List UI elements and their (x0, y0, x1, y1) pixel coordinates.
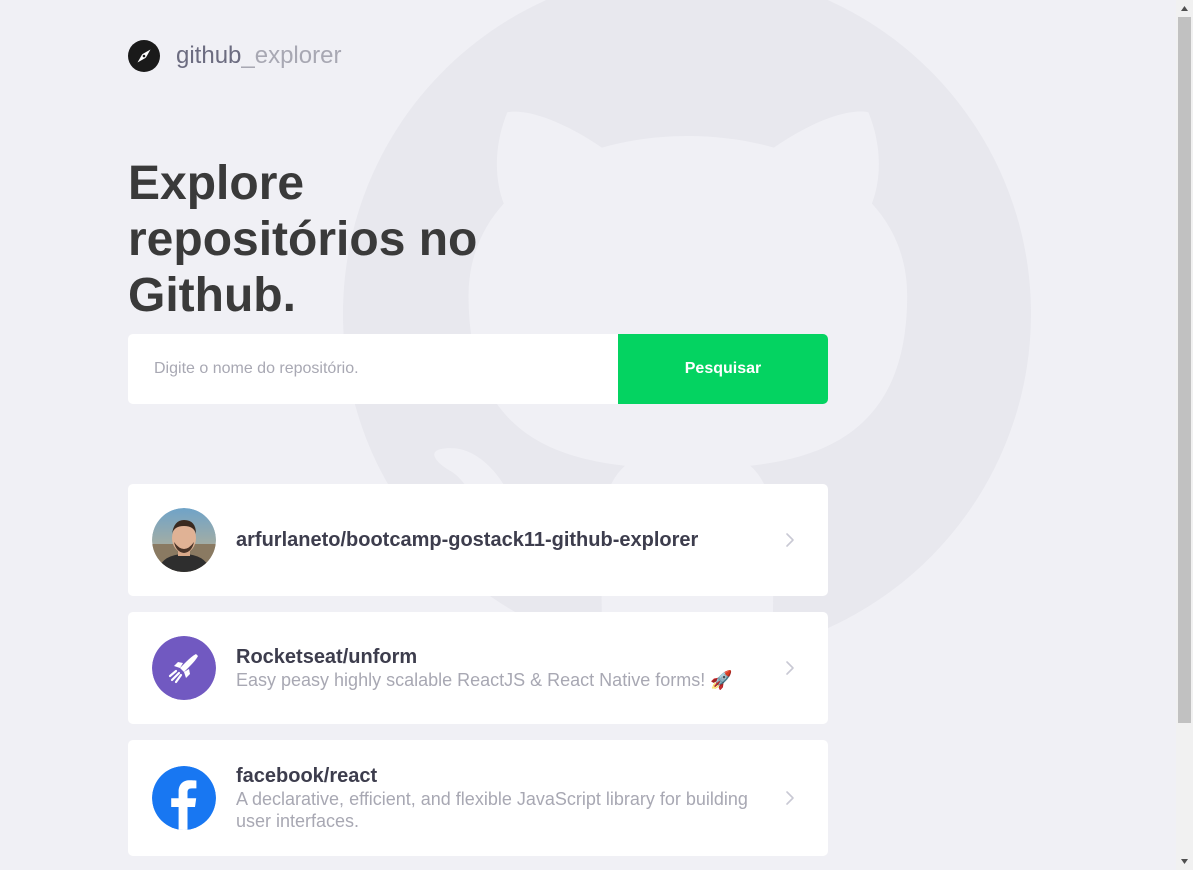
repository-description: A declarative, efficient, and flexible J… (236, 789, 748, 831)
chevron-right-icon (786, 661, 794, 675)
logo-text-light: _explorer (241, 42, 342, 69)
chevron-right-icon (786, 791, 794, 805)
search-input[interactable] (128, 334, 618, 404)
repository-name: arfurlaneto/bootcamp-gostack11-github-ex… (236, 529, 699, 551)
repository-name: Rocketseat/unform (236, 646, 418, 668)
repository-info: arfurlaneto/bootcamp-gostack11-github-ex… (236, 528, 760, 552)
rocketseat-logo-avatar (152, 636, 216, 700)
repository-card[interactable]: Rocketseat/unform Easy peasy highly scal… (128, 612, 828, 724)
facebook-logo-avatar (152, 766, 216, 830)
search-form: Pesquisar (128, 334, 828, 404)
repository-list: arfurlaneto/bootcamp-gostack11-github-ex… (128, 484, 828, 870)
repository-card[interactable]: arfurlaneto/bootcamp-gostack11-github-ex… (128, 484, 828, 596)
search-button[interactable]: Pesquisar (618, 334, 828, 404)
repository-info: facebook/react A declarative, efficient,… (236, 764, 760, 832)
vertical-scrollbar[interactable] (1176, 0, 1193, 870)
chevron-right-icon (786, 533, 794, 547)
app-logo[interactable]: github_explorer (128, 40, 341, 72)
logo-text-strong: github (176, 42, 242, 69)
repository-name: facebook/react (236, 765, 378, 787)
user-photo-avatar (152, 508, 216, 572)
scroll-up-arrow-icon[interactable] (1176, 0, 1193, 17)
logo-text: github_explorer (176, 42, 341, 70)
scrollbar-thumb[interactable] (1178, 17, 1191, 723)
repository-info: Rocketseat/unform Easy peasy highly scal… (236, 645, 760, 691)
repository-description: Easy peasy highly scalable ReactJS & Rea… (236, 670, 733, 690)
page: github_explorer Explore repositórios no … (0, 0, 1193, 870)
scroll-down-arrow-icon[interactable] (1176, 853, 1193, 870)
compass-icon (128, 40, 160, 72)
repository-card[interactable]: facebook/react A declarative, efficient,… (128, 740, 828, 856)
page-title: Explore repositórios no Github. (128, 157, 478, 322)
